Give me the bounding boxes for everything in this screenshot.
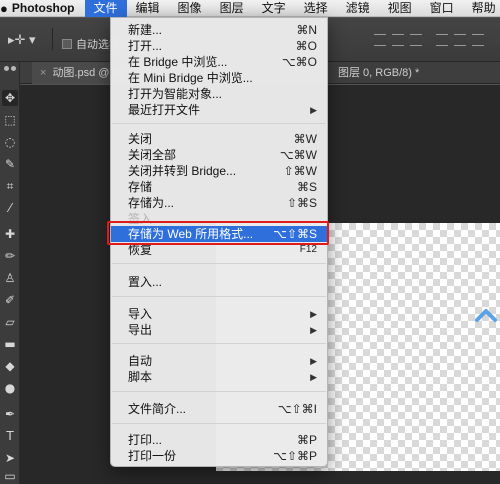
distribute-bottom-icon[interactable] xyxy=(472,34,484,46)
menu-divider xyxy=(112,423,326,424)
menu-divider xyxy=(112,343,326,344)
menu-divider xyxy=(112,391,326,392)
menu-divider xyxy=(112,123,326,124)
tool-preset-picker[interactable]: ▸✛ ▾ xyxy=(8,32,36,48)
submenu-arrow-icon: ▶ xyxy=(310,309,317,319)
menu-type[interactable]: 文字 xyxy=(253,0,295,17)
menu-image[interactable]: 图像 xyxy=(169,0,211,17)
tab-document-2[interactable]: 图层 0, RGB/8) * xyxy=(338,62,419,84)
menu-item-automate[interactable]: 自动 ▶ xyxy=(111,353,327,369)
menu-help[interactable]: 帮助 xyxy=(463,0,500,17)
submenu-arrow-icon: ▶ xyxy=(310,105,317,115)
close-tab-icon[interactable]: × xyxy=(40,67,46,79)
menu-item-open-smart-object[interactable]: 打开为智能对象... xyxy=(111,86,327,102)
align-middle-icon[interactable] xyxy=(392,34,404,46)
menu-divider xyxy=(112,263,326,264)
eyedropper-tool-icon[interactable]: ⁄ xyxy=(2,200,18,216)
menu-layer[interactable]: 图层 xyxy=(211,0,253,17)
marquee-tool-icon[interactable]: ⬚ xyxy=(2,112,18,128)
menu-item-close[interactable]: 关闭 ⌘W xyxy=(111,131,327,147)
distribute-middle-icon[interactable] xyxy=(454,34,466,46)
pen-tool-icon[interactable]: ✒ xyxy=(2,406,18,422)
menu-select[interactable]: 选择 xyxy=(295,0,337,17)
app-name-menu[interactable]: Photoshop xyxy=(8,1,85,15)
menu-item-open[interactable]: 打开... ⌘O xyxy=(111,38,327,54)
menu-file[interactable]: 文件 xyxy=(84,0,127,17)
minimize-window-icon[interactable] xyxy=(11,66,16,71)
menu-item-close-all[interactable]: 关闭全部 ⌥⌘W xyxy=(111,147,327,163)
menu-item-browse-mini-bridge[interactable]: 在 Mini Bridge 中浏览... xyxy=(111,70,327,86)
window-controls xyxy=(0,66,20,71)
gradient-tool-icon[interactable]: ▬ xyxy=(2,336,18,352)
menu-item-new[interactable]: 新建... ⌘N xyxy=(111,22,327,38)
menu-window[interactable]: 窗口 xyxy=(421,0,463,17)
dodge-tool-icon[interactable]: ● xyxy=(2,380,18,396)
menu-divider xyxy=(112,296,326,297)
path-select-tool-icon[interactable]: ➤ xyxy=(2,450,18,466)
submenu-arrow-icon: ▶ xyxy=(310,325,317,335)
menu-item-scripts[interactable]: 脚本 ▶ xyxy=(111,369,327,385)
options-divider xyxy=(52,28,53,50)
chevron-up-icon xyxy=(475,309,497,322)
close-window-icon[interactable] xyxy=(4,66,9,71)
apple-icon[interactable]: ● xyxy=(0,1,8,16)
distribute-top-icon[interactable] xyxy=(436,34,448,46)
menu-item-recent-files[interactable]: 最近打开文件 ▶ xyxy=(111,102,327,118)
auto-select-checkbox[interactable] xyxy=(62,39,72,49)
menu-bar: ● Photoshop 文件 编辑 图像 图层 文字 选择 滤镜 视图 窗口 帮… xyxy=(0,0,500,17)
menu-item-export[interactable]: 导出 ▶ xyxy=(111,322,327,338)
menu-view[interactable]: 视图 xyxy=(379,0,421,17)
menu-item-place[interactable]: 置入... xyxy=(111,274,327,290)
tools-panel: ✥ ⬚ ◌ ✎ ⌗ ⁄ ✚ ✏ ♙ ✐ ▱ ▬ ◆ ● ✒ T ➤ ▭ xyxy=(0,62,20,484)
crop-tool-icon[interactable]: ⌗ xyxy=(2,178,18,194)
menu-filter[interactable]: 滤镜 xyxy=(337,0,379,17)
menu-item-close-go-bridge[interactable]: 关闭并转到 Bridge... ⇧⌘W xyxy=(111,163,327,179)
menu-edit[interactable]: 编辑 xyxy=(127,0,169,17)
quick-select-tool-icon[interactable]: ✎ xyxy=(2,156,18,172)
menu-item-print[interactable]: 打印... ⌘P xyxy=(111,432,327,448)
lasso-tool-icon[interactable]: ◌ xyxy=(2,134,18,150)
submenu-arrow-icon: ▶ xyxy=(310,372,317,382)
shape-tool-icon[interactable]: ▭ xyxy=(2,468,18,484)
annotation-highlight-box xyxy=(107,221,329,245)
menu-item-save-as[interactable]: 存储为... ⇧⌘S xyxy=(111,195,327,211)
clone-stamp-tool-icon[interactable]: ♙ xyxy=(2,270,18,286)
menu-item-import[interactable]: 导入 ▶ xyxy=(111,306,327,322)
history-brush-tool-icon[interactable]: ✐ xyxy=(2,292,18,308)
menu-item-browse-bridge[interactable]: 在 Bridge 中浏览... ⌥⌘O xyxy=(111,54,327,70)
eraser-tool-icon[interactable]: ▱ xyxy=(2,314,18,330)
blur-tool-icon[interactable]: ◆ xyxy=(2,358,18,374)
align-bottom-icon[interactable] xyxy=(410,34,422,46)
menu-item-save[interactable]: 存储 ⌘S xyxy=(111,179,327,195)
menu-item-print-one-copy[interactable]: 打印一份 ⌥⇧⌘P xyxy=(111,448,327,464)
healing-brush-tool-icon[interactable]: ✚ xyxy=(2,226,18,242)
brush-tool-icon[interactable]: ✏ xyxy=(2,248,18,264)
type-tool-icon[interactable]: T xyxy=(2,428,18,444)
menu-item-file-info[interactable]: 文件简介... ⌥⇧⌘I xyxy=(111,401,327,417)
move-tool-icon[interactable]: ✥ xyxy=(2,90,18,106)
submenu-arrow-icon: ▶ xyxy=(310,356,317,366)
align-top-icon[interactable] xyxy=(374,34,386,46)
